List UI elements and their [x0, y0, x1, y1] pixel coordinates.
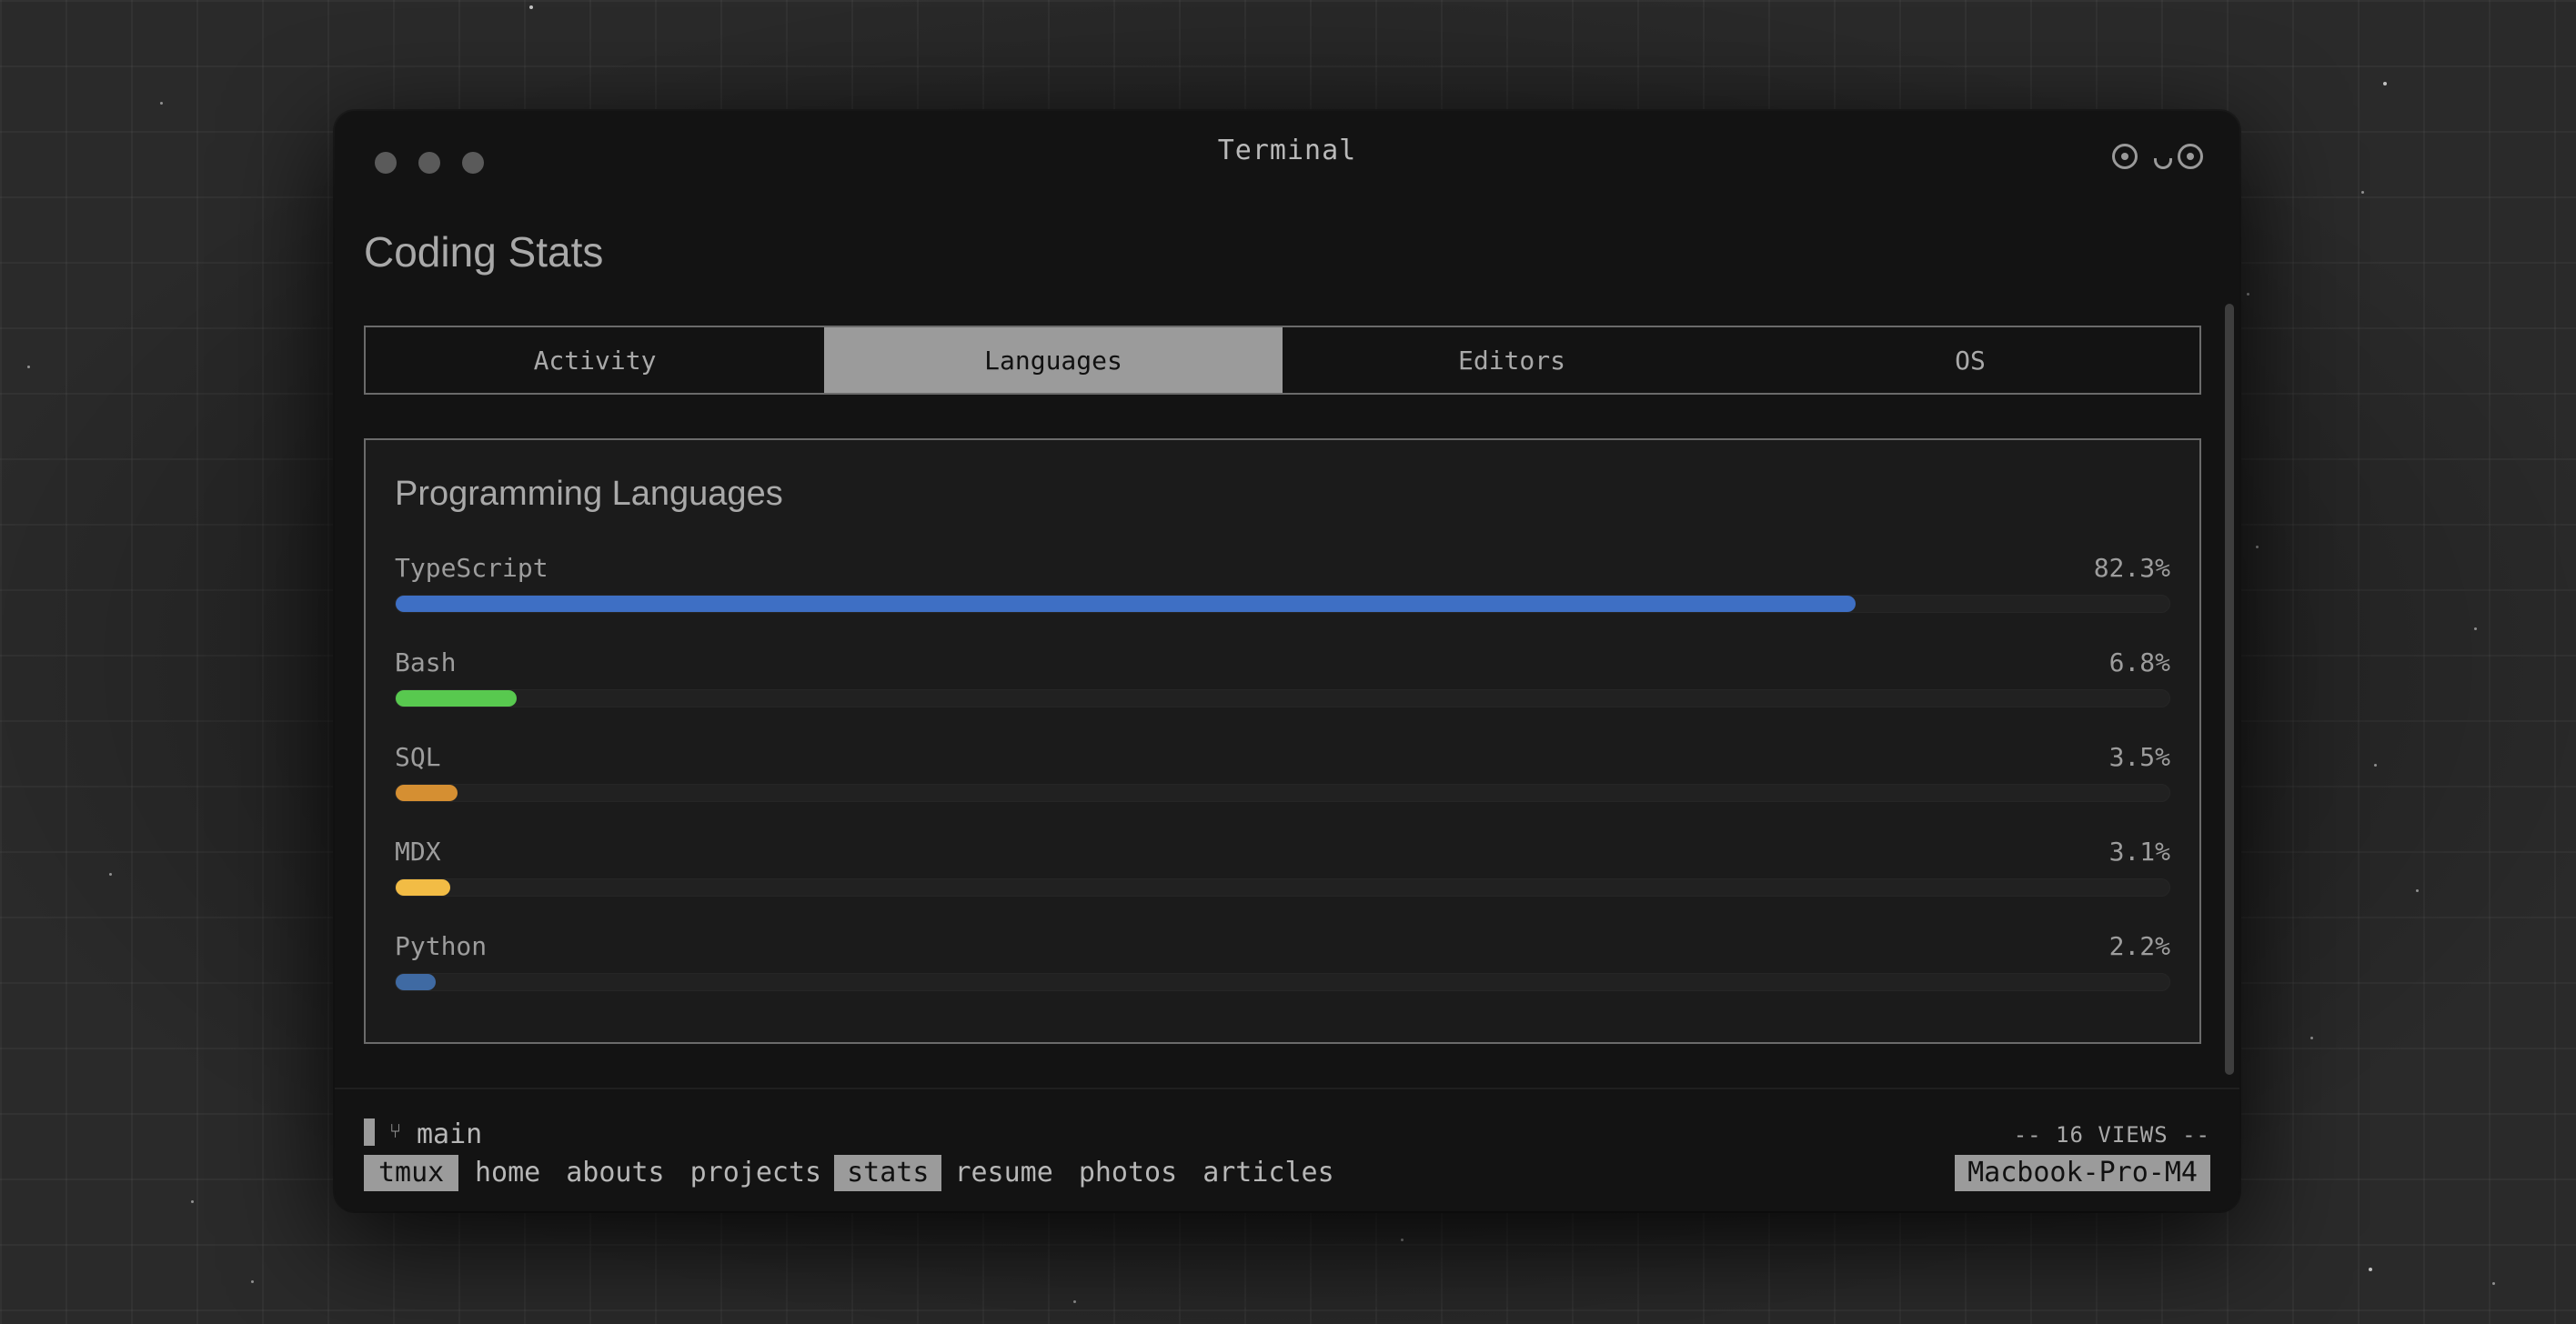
page-title: Coding Stats — [364, 228, 604, 276]
branch-name: main — [417, 1118, 483, 1150]
language-bar-track — [395, 878, 2170, 897]
language-bar-fill — [396, 596, 1856, 612]
nav-item-home[interactable]: home — [462, 1155, 553, 1191]
nav-item-articles[interactable]: articles — [1190, 1155, 1347, 1191]
right-eye-icon — [2178, 144, 2203, 169]
language-bar-track — [395, 973, 2170, 991]
nav-menu: home abouts projects stats resume photos… — [462, 1155, 1347, 1191]
scrollbar[interactable] — [2223, 195, 2236, 1209]
language-bar-fill — [396, 690, 517, 707]
language-row-bash: Bash 6.8% — [395, 647, 2170, 720]
tmux-status-bar: tmux home abouts projects stats resume p… — [364, 1155, 2210, 1193]
language-bar-track — [395, 784, 2170, 802]
views-counter: -- 16 VIEWS -- — [2013, 1122, 2210, 1148]
panel-title: Programming Languages — [395, 475, 783, 513]
tab-bar: Activity Languages Editors OS — [364, 326, 2201, 395]
tab-languages[interactable]: Languages — [824, 327, 1283, 393]
language-row-sql: SQL 3.5% — [395, 742, 2170, 815]
language-percent: 2.2% — [2108, 931, 2170, 961]
language-row-typescript: TypeScript 82.3% — [395, 553, 2170, 626]
language-name: Bash — [395, 647, 457, 677]
left-eye-icon — [2112, 144, 2138, 169]
tmux-session-badge: tmux — [364, 1155, 459, 1191]
nav-item-abouts[interactable]: abouts — [553, 1155, 677, 1191]
nav-item-resume[interactable]: resume — [941, 1155, 1065, 1191]
status-divider — [335, 1088, 2239, 1089]
language-name: Python — [395, 931, 488, 961]
cursor-block — [364, 1118, 375, 1146]
language-bar-track — [395, 689, 2170, 707]
scrollbar-thumb[interactable] — [2225, 304, 2234, 1075]
terminal-window: Terminal Coding Stats Activity Languages… — [335, 111, 2239, 1211]
nav-item-photos[interactable]: photos — [1066, 1155, 1190, 1191]
nav-item-projects[interactable]: projects — [678, 1155, 835, 1191]
language-percent: 6.8% — [2108, 647, 2170, 677]
language-percent: 3.1% — [2108, 837, 2170, 867]
language-row-mdx: MDX 3.1% — [395, 837, 2170, 909]
language-bar-fill — [396, 974, 436, 990]
language-name: TypeScript — [395, 553, 548, 583]
title-bar: Terminal — [335, 111, 2239, 195]
face-icon — [2112, 138, 2212, 180]
language-name: SQL — [395, 742, 441, 772]
mouth-icon — [2154, 158, 2172, 169]
window-title: Terminal — [1217, 135, 1357, 166]
tab-os[interactable]: OS — [1741, 327, 2199, 393]
host-badge: Macbook-Pro-M4 — [1955, 1155, 2210, 1191]
language-bar-fill — [396, 879, 451, 896]
language-bar-track — [395, 595, 2170, 613]
nav-item-stats[interactable]: stats — [834, 1155, 942, 1191]
tab-activity[interactable]: Activity — [366, 327, 824, 393]
language-name: MDX — [395, 837, 441, 867]
status-line-top: ⑂ main -- 16 VIEWS -- — [364, 1118, 2210, 1151]
git-branch-icon: ⑂ — [389, 1120, 402, 1143]
language-percent: 3.5% — [2108, 742, 2170, 772]
language-percent: 82.3% — [2093, 553, 2170, 583]
tab-editors[interactable]: Editors — [1283, 327, 1741, 393]
language-bar-fill — [396, 785, 458, 801]
languages-panel: Programming Languages TypeScript 82.3% B… — [364, 438, 2201, 1044]
language-row-python: Python 2.2% — [395, 931, 2170, 1004]
